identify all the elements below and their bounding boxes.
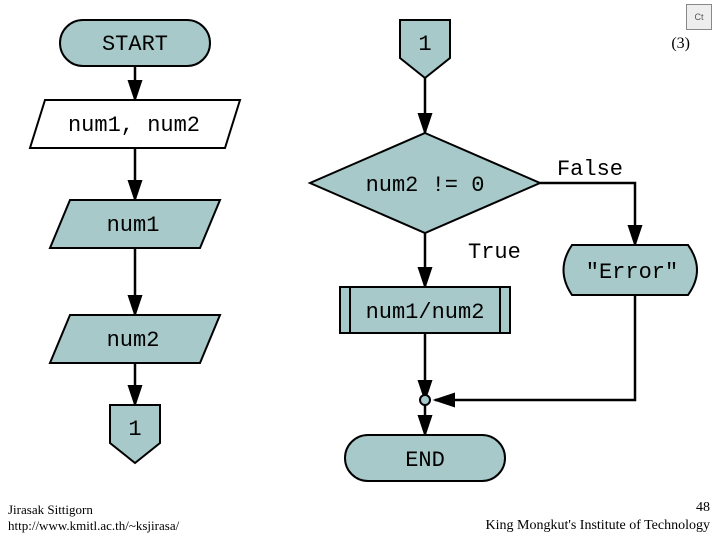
true-label: True: [468, 240, 521, 265]
author-name: Jirasak Sittigorn: [8, 502, 179, 518]
output-num1-node: num1: [50, 200, 220, 248]
process-label: num1/num2: [366, 300, 485, 325]
error-label: "Error": [586, 260, 678, 285]
process-node: num1/num2: [340, 287, 510, 333]
connector-out: 1: [110, 405, 160, 463]
output-num2-label: num2: [107, 328, 160, 353]
junction-dot: [420, 395, 430, 405]
connector-out-label: 1: [128, 417, 141, 442]
input-label: num1, num2: [68, 113, 200, 138]
false-label: False: [557, 157, 623, 182]
page-number: 48: [486, 499, 711, 517]
flowchart: START num1, num2 num1 num2 1 1 num2 != 0…: [0, 0, 720, 540]
arrow-false: [540, 183, 635, 245]
slide-number: (3): [671, 35, 690, 53]
start-terminator: START: [60, 20, 210, 66]
input-node: num1, num2: [30, 100, 240, 148]
author-url: http://www.kmitl.ac.th/~ksjirasa/: [8, 518, 179, 534]
start-label: START: [102, 32, 168, 57]
output-num2-node: num2: [50, 315, 220, 363]
footer-right: 48 King Mongkut's Institute of Technolog…: [486, 499, 711, 534]
footer-left: Jirasak Sittigorn http://www.kmitl.ac.th…: [8, 502, 179, 535]
end-label: END: [405, 448, 445, 473]
corner-badge: Ct: [686, 4, 712, 30]
institution: King Mongkut's Institute of Technology: [486, 517, 711, 535]
decision-node: num2 != 0: [310, 133, 540, 233]
decision-label: num2 != 0: [366, 173, 485, 198]
connector-in-label: 1: [418, 32, 431, 57]
end-terminator: END: [345, 435, 505, 481]
error-display-node: "Error": [564, 245, 698, 295]
connector-in: 1: [400, 20, 450, 78]
output-num1-label: num1: [107, 213, 160, 238]
